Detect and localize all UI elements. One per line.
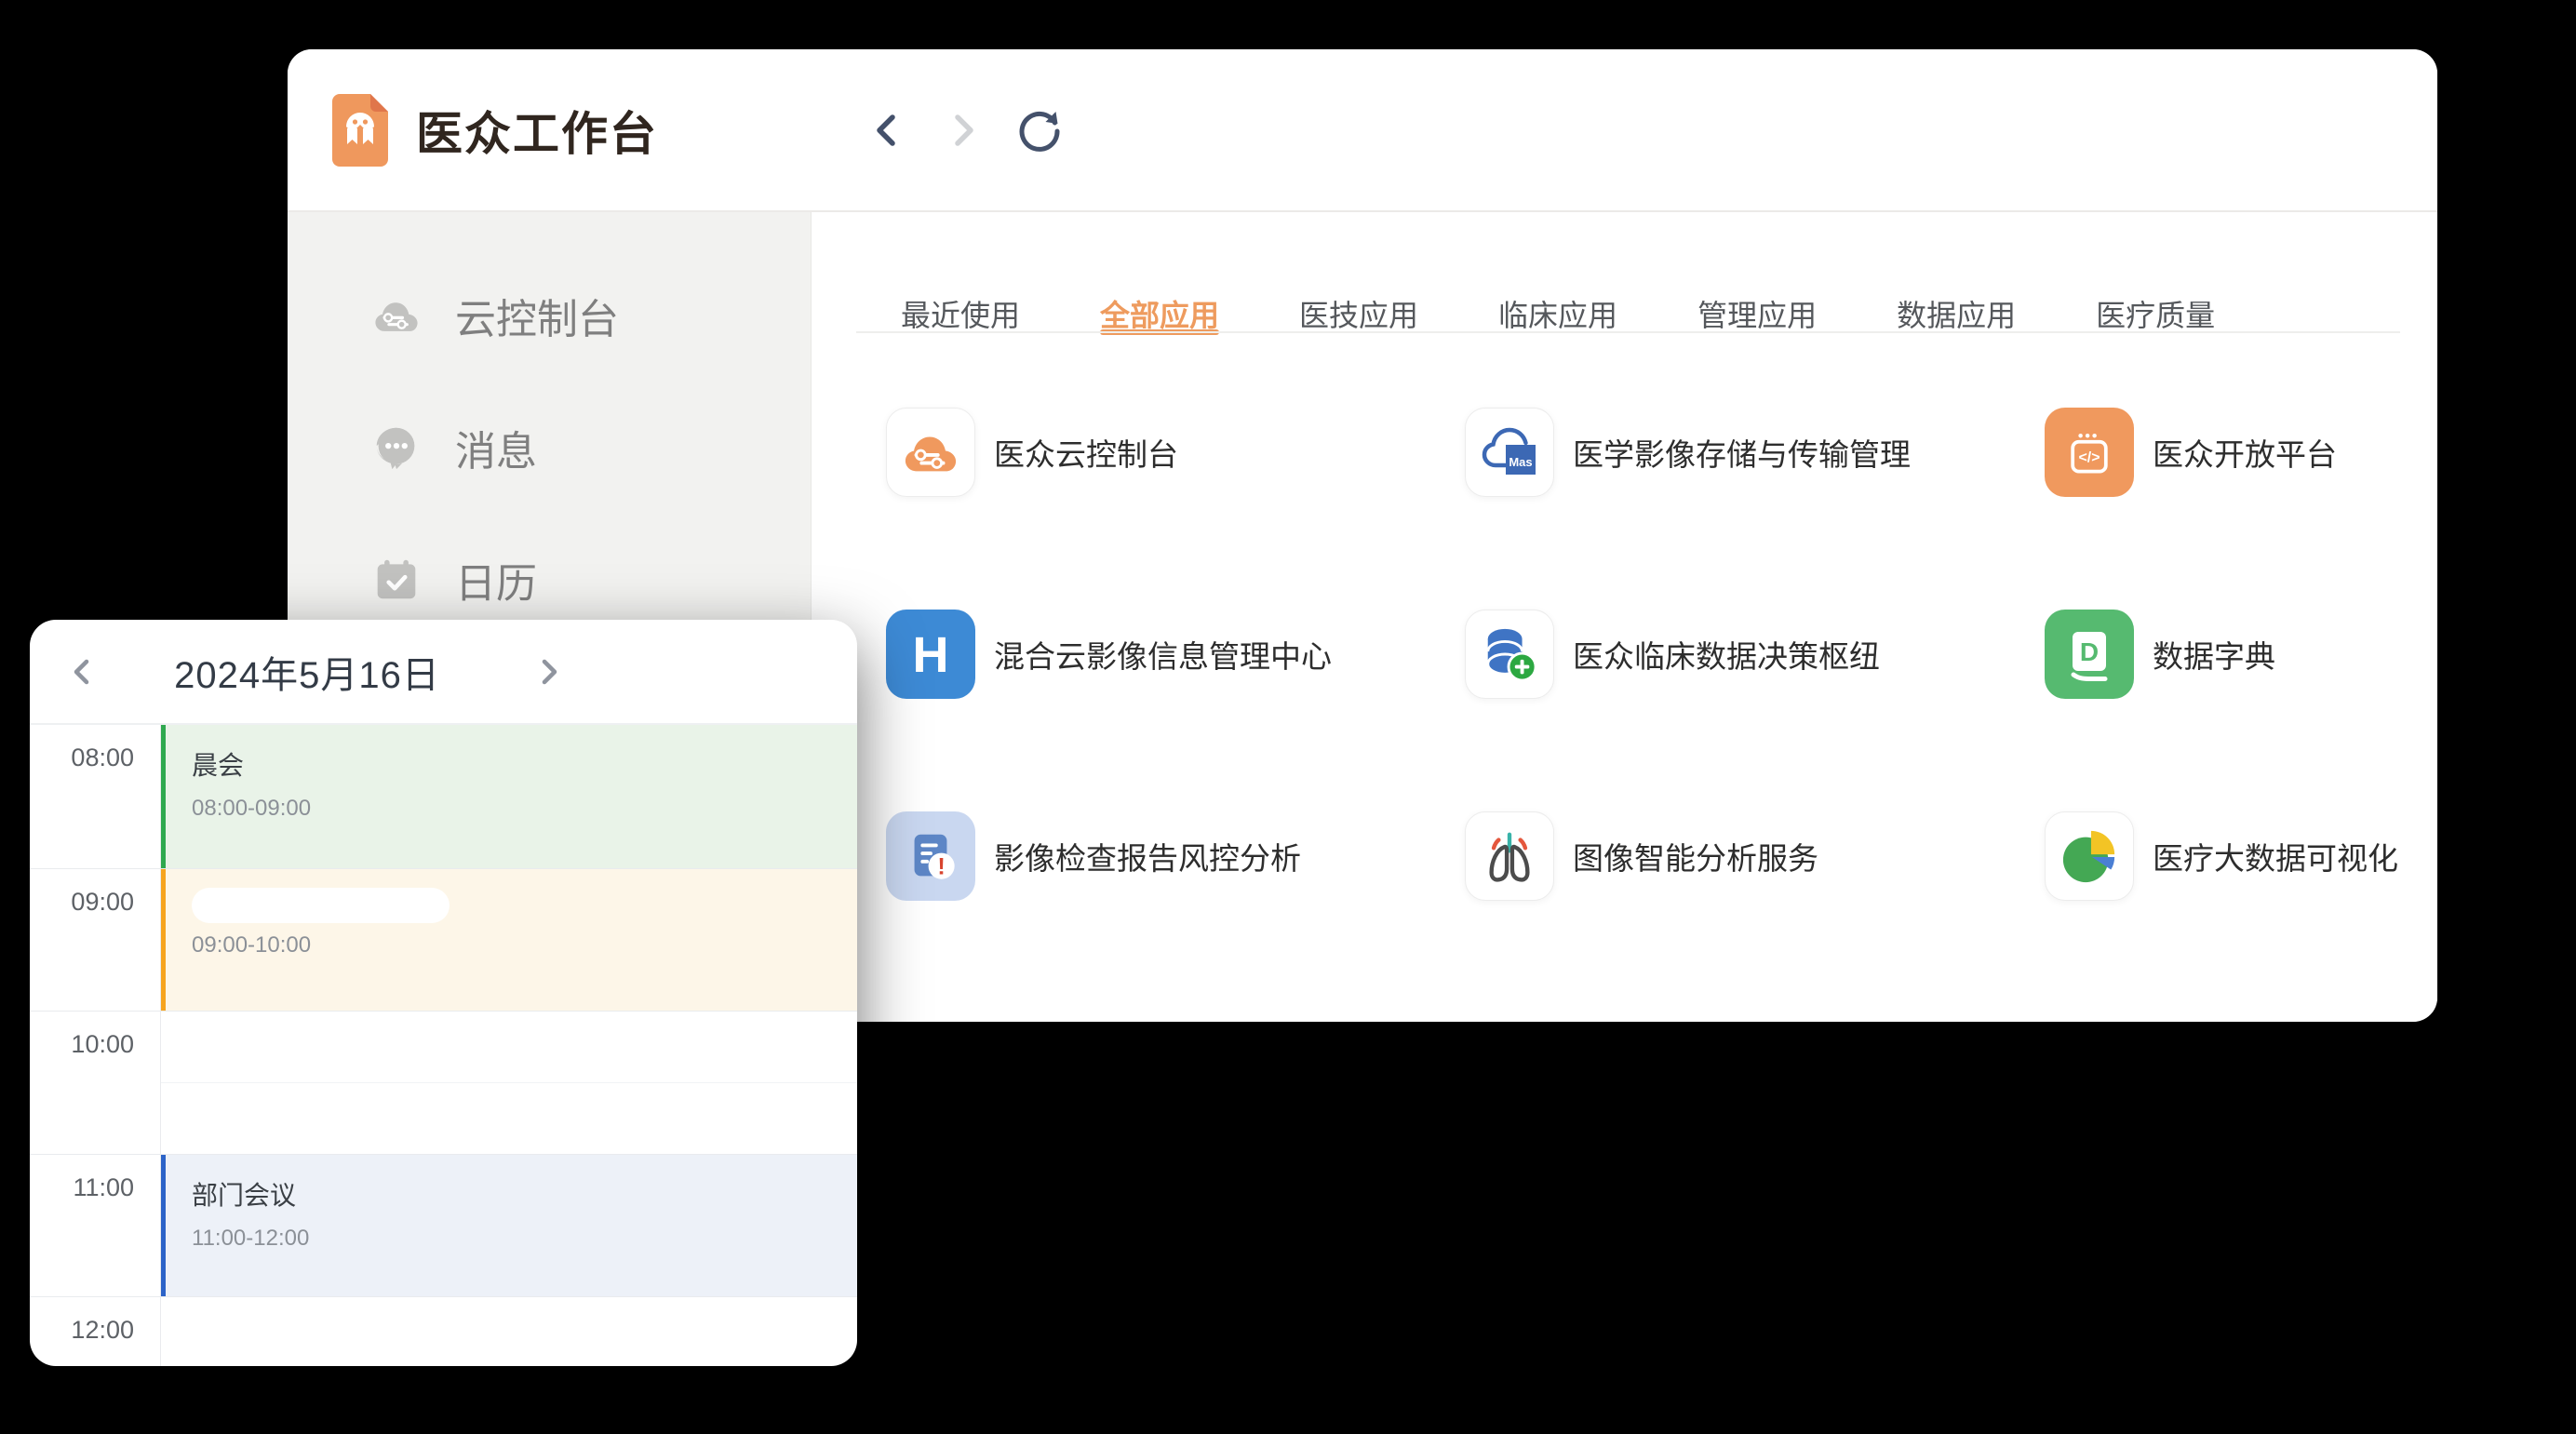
content-area: 最近使用 全部应用 医技应用 临床应用 管理应用 数据应用 医疗质量: [812, 212, 2437, 1022]
tab-management[interactable]: 管理应用: [1697, 292, 1817, 335]
event-time: 11:00-12:00: [192, 1226, 857, 1252]
event-title: 晨会: [192, 745, 857, 783]
code-window-icon: </>: [2045, 408, 2134, 497]
app-hybrid-cloud-imaging[interactable]: H 混合云影像信息管理中心: [886, 610, 1465, 699]
hour-label: 11:00: [30, 1173, 134, 1202]
sidebar-item-label: 日历: [455, 550, 537, 610]
app-label: 医众开放平台: [2153, 430, 2337, 475]
app-label: 图像智能分析服务: [1573, 834, 1818, 878]
event-time: 08:00-09:00: [192, 796, 857, 822]
svg-text:!: !: [937, 853, 945, 879]
svg-text:</>: </>: [2078, 449, 2100, 465]
tab-quality[interactable]: 医疗质量: [2096, 292, 2215, 335]
app-data-dictionary[interactable]: D 数据字典: [2045, 610, 2437, 699]
app-clinical-data-hub[interactable]: 医众临床数据决策枢纽: [1465, 610, 2045, 699]
tab-divider: [856, 331, 2400, 333]
app-label: 医众云控制台: [994, 430, 1178, 475]
tab-bar: 最近使用 全部应用 医技应用 临床应用 管理应用 数据应用 医疗质量: [901, 292, 2215, 335]
calendar-row-12: 12:00: [30, 1296, 857, 1366]
orange-cloud-sliders-icon: [886, 408, 975, 497]
cloud-console-icon: [373, 292, 420, 339]
calendar-prev-day-button[interactable]: [54, 620, 110, 723]
calendar-header: 2024年5月16日: [30, 620, 857, 725]
hour-label: 10:00: [30, 1030, 134, 1059]
sidebar-item-label: 消息: [455, 418, 537, 477]
calendar-event-morning-meeting[interactable]: 晨会 08:00-09:00: [160, 725, 857, 868]
chevron-right-icon: [535, 656, 563, 688]
app-image-ai-analysis[interactable]: 图像智能分析服务: [1465, 811, 2045, 901]
half-hour-gridline: [161, 1082, 857, 1083]
letter-h-tile-icon: H: [886, 610, 975, 699]
calendar-row-10: 10:00: [30, 1011, 857, 1154]
forward-button[interactable]: [941, 108, 986, 153]
app-label: 混合云影像信息管理中心: [994, 632, 1332, 677]
calendar-event-department-meeting[interactable]: 部门会议 11:00-12:00: [160, 1155, 857, 1297]
app-label: 数据字典: [2153, 632, 2275, 677]
app-label: 医学影像存储与传输管理: [1573, 430, 1911, 475]
database-plus-icon: [1465, 610, 1554, 699]
calendar-row-09: 09:00 09:00-10:00: [30, 868, 857, 1012]
sidebar-item-label: 云控制台: [455, 286, 619, 345]
calendar-day-grid: 08:00 晨会 08:00-09:00 09:00 09:00-10:00 1…: [30, 725, 857, 1366]
tab-clinical[interactable]: 临床应用: [1498, 292, 1617, 335]
calendar-event-redacted[interactable]: 09:00-10:00: [160, 869, 857, 1012]
svg-text:D: D: [2080, 637, 2099, 666]
app-bigdata-visualization[interactable]: 医疗大数据可视化: [2045, 811, 2437, 901]
refresh-icon: [1018, 109, 1061, 152]
blue-cloud-mas-icon: Mas: [1465, 408, 1554, 497]
lungs-icon: [1465, 811, 1554, 901]
chevron-right-icon: [945, 110, 982, 151]
tab-recent[interactable]: 最近使用: [901, 292, 1020, 335]
tab-medtech[interactable]: 医技应用: [1299, 292, 1418, 335]
event-time: 09:00-10:00: [192, 932, 857, 958]
window-nav: [865, 108, 1062, 153]
hour-label: 08:00: [30, 744, 134, 772]
pie-chart-icon: [2045, 811, 2134, 901]
event-title-redacted-pill: [192, 888, 449, 923]
chevron-left-icon: [68, 656, 96, 688]
window-header: 医众工作台: [288, 49, 2437, 212]
app-cloud-console[interactable]: 医众云控制台: [886, 408, 1465, 497]
tab-all-apps[interactable]: 全部应用: [1100, 292, 1219, 335]
app-grid: 医众云控制台 Mas 医学影像存储与传输管理: [886, 408, 2437, 1013]
dictionary-book-icon: D: [2045, 610, 2134, 699]
tab-data[interactable]: 数据应用: [1897, 292, 2016, 335]
back-button[interactable]: [865, 108, 909, 153]
app-label: 影像检查报告风控分析: [994, 834, 1301, 878]
app-label: 医疗大数据可视化: [2153, 834, 2398, 878]
calendar-date-label: 2024年5月16日: [121, 620, 493, 723]
sidebar-item-messages[interactable]: 消息: [288, 382, 811, 514]
sidebar-item-cloud-console[interactable]: 云控制台: [288, 249, 811, 382]
app-open-platform[interactable]: </> 医众开放平台: [2045, 408, 2437, 497]
hour-label: 12:00: [30, 1316, 134, 1345]
calendar-panel: 2024年5月16日 08:00 晨会 08:00-09:00 09:00 09: [30, 620, 857, 1366]
app-title: 医众工作台: [416, 97, 658, 164]
screenshot-stage: 医众工作台: [0, 0, 2576, 1434]
refresh-button[interactable]: [1017, 108, 1062, 153]
calendar-row-08: 08:00 晨会 08:00-09:00: [30, 725, 857, 868]
svg-text:H: H: [913, 627, 949, 683]
svg-text:Mas: Mas: [1509, 455, 1532, 469]
calendar-row-11: 11:00 部门会议 11:00-12:00: [30, 1154, 857, 1297]
app-report-risk-analysis[interactable]: ! 影像检查报告风控分析: [886, 811, 1465, 901]
event-title: 部门会议: [192, 1175, 857, 1213]
report-alert-icon: !: [886, 811, 975, 901]
app-label: 医众临床数据决策枢纽: [1573, 632, 1880, 677]
app-logo-icon: [332, 94, 388, 167]
hour-label: 09:00: [30, 888, 134, 917]
calendar-next-day-button[interactable]: [521, 620, 577, 723]
calendar-check-icon: [373, 556, 420, 603]
message-bubble-icon: [373, 424, 420, 471]
chevron-left-icon: [868, 110, 906, 151]
app-medical-image-storage[interactable]: Mas 医学影像存储与传输管理: [1465, 408, 2045, 497]
